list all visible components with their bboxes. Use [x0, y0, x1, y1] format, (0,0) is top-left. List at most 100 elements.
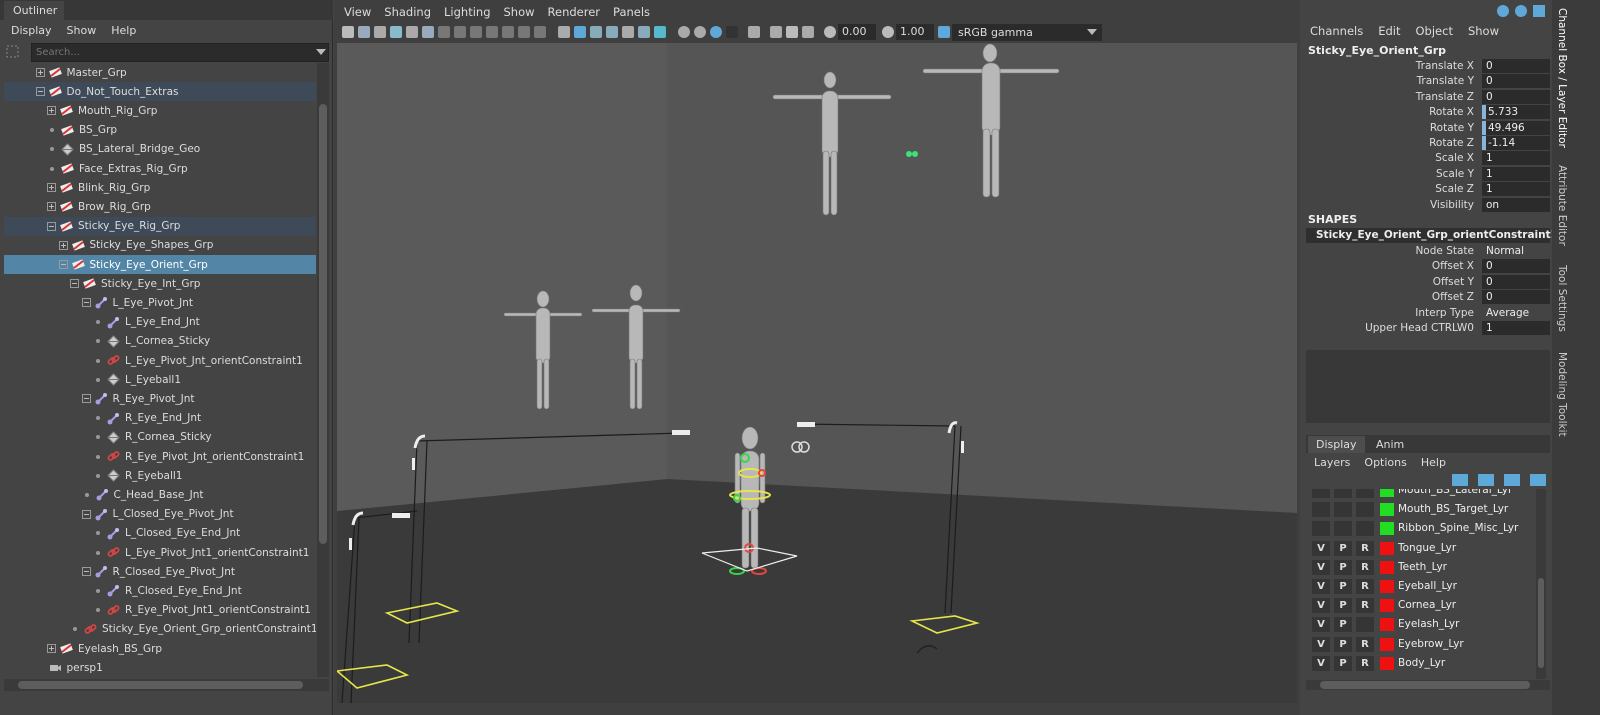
channel-attribute-row[interactable]: Translate X 0 — [1302, 59, 1552, 74]
refresh-icon[interactable] — [1515, 5, 1527, 17]
side-tab-tool-settings[interactable]: Tool Settings — [1556, 265, 1568, 332]
layer-visibility-toggle[interactable]: V — [1312, 655, 1330, 671]
channel-attribute-name[interactable]: Scale Y — [1436, 168, 1474, 180]
expand-icon[interactable] — [47, 183, 56, 193]
layer-name[interactable]: Mouth_BS_Target_Lyr — [1398, 503, 1508, 515]
edit-icon[interactable] — [1533, 5, 1545, 17]
layer-reference-toggle[interactable]: R — [1356, 540, 1374, 556]
gamma-icon[interactable] — [882, 26, 894, 38]
shape-attribute-name[interactable]: Node State — [1415, 245, 1474, 257]
side-tab-channel-box[interactable]: Channel Box / Layer Editor — [1556, 8, 1568, 148]
outliner-item[interactable]: Mouth_Rig_Grp — [4, 101, 316, 120]
menu-object[interactable]: Object — [1416, 24, 1453, 38]
menu-help[interactable]: Help — [111, 24, 136, 37]
channel-attribute-value[interactable]: on — [1482, 197, 1550, 212]
outliner-item[interactable]: L_Eye_Pivot_Jnt_orientConstraint1 — [4, 351, 316, 370]
layer-row[interactable]: Mouth_BS_Lateral_Lyr — [1306, 489, 1536, 500]
outliner-item[interactable]: L_Eye_Pivot_Jnt — [4, 293, 316, 312]
outliner-item[interactable]: Sticky_Eye_Int_Grp — [4, 274, 316, 293]
layer-visibility-toggle[interactable] — [1312, 521, 1330, 537]
outliner-item[interactable]: L_Closed_Eye_Pivot_Jnt — [4, 505, 316, 524]
channel-attribute-name[interactable]: Scale X — [1435, 152, 1474, 164]
layer-playback-toggle[interactable]: P — [1334, 636, 1352, 652]
wireframe-icon[interactable] — [558, 26, 570, 38]
shape-attribute-value[interactable]: 0 — [1482, 290, 1550, 305]
channel-attribute-name[interactable]: Rotate Z — [1429, 137, 1474, 149]
layer-row[interactable]: V P R Tongue_Lyr — [1306, 539, 1536, 558]
move-layer-down-icon[interactable] — [1478, 474, 1494, 486]
layer-color-swatch[interactable] — [1380, 541, 1394, 555]
layer-reference-toggle[interactable] — [1356, 617, 1374, 633]
xray-icon[interactable] — [770, 26, 782, 38]
layer-playback-toggle[interactable] — [1334, 502, 1352, 518]
anti-aliasing-icon[interactable] — [710, 26, 722, 38]
new-layer-from-selection-icon[interactable] — [1530, 474, 1546, 486]
expand-icon[interactable] — [35, 68, 45, 77]
smooth-shade-icon[interactable] — [574, 26, 586, 38]
search-input[interactable] — [31, 43, 329, 62]
layer-name[interactable]: Teeth_Lyr — [1398, 561, 1447, 573]
search-options-icon[interactable] — [4, 43, 28, 62]
channel-attribute-row[interactable]: Visibility on — [1302, 197, 1552, 213]
checker-icon[interactable] — [622, 26, 634, 38]
channel-attribute-row[interactable]: Translate Y 0 — [1302, 74, 1552, 89]
two-d-pan-icon[interactable] — [422, 26, 434, 38]
layer-color-swatch[interactable] — [1380, 522, 1394, 536]
lights-icon[interactable] — [638, 26, 650, 38]
outliner-item[interactable]: Eyelash_BS_Grp — [4, 639, 316, 658]
outliner-item[interactable]: R_Closed_Eye_Pivot_Jnt — [4, 562, 316, 581]
channel-attribute-row[interactable]: Rotate Z -1.14 — [1302, 136, 1552, 151]
viewport-scene[interactable] — [337, 43, 1297, 703]
film-gate-icon[interactable] — [454, 26, 466, 38]
layer-name[interactable]: Tongue_Lyr — [1398, 542, 1456, 554]
field-chart-icon[interactable] — [502, 26, 514, 38]
depth-of-field-icon[interactable] — [726, 26, 738, 38]
outliner-item[interactable]: R_Eyeball1 — [4, 466, 316, 485]
shape-node-name[interactable]: Sticky_Eye_Orient_Grp_orientConstraint1 — [1306, 228, 1558, 243]
outliner-item[interactable]: R_Closed_Eye_End_Jnt — [4, 581, 316, 600]
color-space-select[interactable]: sRGB gamma — [952, 23, 1102, 41]
layer-reference-toggle[interactable]: R — [1356, 598, 1374, 614]
camera-attributes-icon[interactable] — [358, 26, 370, 38]
outliner-item[interactable]: Brow_Rig_Grp — [4, 197, 316, 216]
channel-attribute-name[interactable]: Scale Z — [1435, 183, 1474, 195]
wireframe-on-shaded-icon[interactable] — [590, 26, 602, 38]
menu-options[interactable]: Options — [1364, 456, 1406, 469]
collapse-icon[interactable] — [81, 509, 91, 519]
menu-lighting[interactable]: Lighting — [444, 5, 490, 19]
expand-icon[interactable] — [47, 644, 56, 653]
layer-reference-toggle[interactable] — [1356, 521, 1374, 537]
channel-attribute-value[interactable]: -1.14 — [1482, 136, 1550, 150]
layer-color-swatch[interactable] — [1380, 618, 1394, 632]
outliner-item[interactable]: R_Eye_Pivot_Jnt_orientConstraint1 — [4, 447, 316, 466]
channel-attribute-row[interactable]: Scale Y 1 — [1302, 166, 1552, 182]
layer-name[interactable]: Body_Lyr — [1398, 657, 1445, 669]
layer-visibility-toggle[interactable] — [1312, 489, 1330, 498]
layer-row[interactable]: V P R Cornea_Lyr — [1306, 596, 1536, 615]
layer-row[interactable]: V P Eyelash_Lyr — [1306, 615, 1536, 634]
shape-attribute-row[interactable]: Offset X 0 — [1302, 259, 1552, 274]
layer-name[interactable]: Cornea_Lyr — [1398, 599, 1456, 611]
search-dropdown-icon[interactable] — [316, 49, 326, 55]
menu-show[interactable]: Show — [1468, 24, 1499, 38]
expand-icon[interactable] — [58, 240, 68, 250]
layer-reference-toggle[interactable]: R — [1356, 559, 1374, 575]
layer-name[interactable]: Eyeball_Lyr — [1398, 580, 1457, 592]
channel-attribute-value[interactable]: 1 — [1482, 151, 1550, 166]
shape-attribute-row[interactable]: Interp Type Average — [1302, 306, 1552, 321]
layer-color-swatch[interactable] — [1380, 489, 1394, 497]
shape-attribute-row[interactable]: Node State Normal — [1302, 244, 1552, 259]
layer-visibility-toggle[interactable]: V — [1312, 617, 1330, 633]
axis-icon[interactable] — [1497, 5, 1509, 17]
gate-mask-icon[interactable] — [486, 26, 498, 38]
channel-attribute-value[interactable]: 49.496 — [1482, 120, 1550, 135]
shape-attribute-name[interactable]: Interp Type — [1415, 307, 1474, 319]
layer-visibility-toggle[interactable]: V — [1312, 559, 1330, 575]
layer-color-swatch[interactable] — [1380, 637, 1394, 651]
layer-playback-toggle[interactable]: P — [1334, 655, 1352, 671]
channel-attribute-name[interactable]: Translate X — [1416, 60, 1474, 72]
outliner-hscroll-thumb[interactable] — [18, 681, 303, 689]
layer-reference-toggle[interactable] — [1356, 502, 1374, 518]
outliner-item[interactable]: R_Eye_Pivot_Jnt1_orientConstraint1 — [4, 601, 316, 620]
gamma-field[interactable]: 1.00 — [896, 24, 934, 40]
